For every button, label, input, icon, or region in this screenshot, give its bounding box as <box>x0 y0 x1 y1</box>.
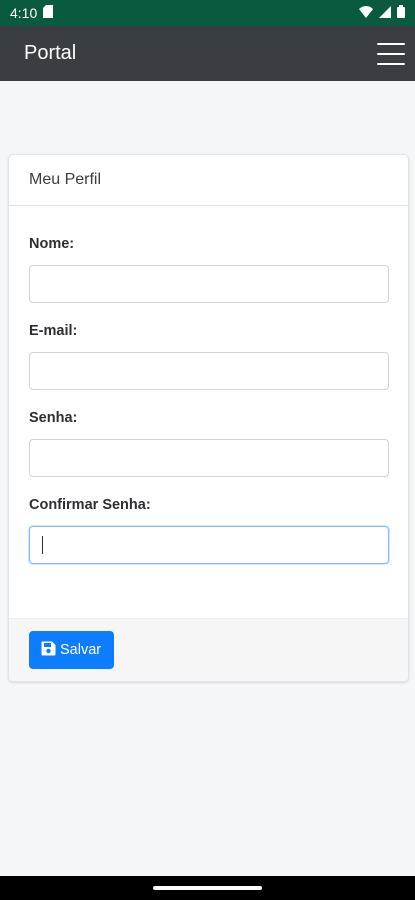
card-title: Meu Perfil <box>9 155 408 206</box>
password-field-group: Senha: <box>29 410 389 477</box>
floppy-disk-icon <box>41 641 56 660</box>
status-time: 4:10 <box>10 5 38 21</box>
email-label: E-mail: <box>29 323 78 339</box>
password-label: Senha: <box>29 410 78 426</box>
app-title: Portal <box>24 42 77 64</box>
status-left: 4:10 <box>10 5 54 21</box>
wifi-icon <box>359 5 373 21</box>
app-bar: Portal <box>0 26 415 81</box>
home-indicator[interactable] <box>153 886 262 890</box>
main-content: Meu Perfil Nome: E-mail: Senha: Confirma… <box>0 81 415 876</box>
menu-line <box>377 52 405 55</box>
name-input[interactable] <box>29 265 389 303</box>
save-button-label: Salvar <box>60 642 102 658</box>
save-button[interactable]: Salvar <box>29 631 115 669</box>
battery-icon <box>397 5 405 21</box>
menu-line <box>377 42 405 45</box>
profile-card: Meu Perfil Nome: E-mail: Senha: Confirma… <box>8 154 409 682</box>
text-cursor <box>42 536 43 554</box>
name-field-group: Nome: <box>29 236 389 303</box>
confirm-password-label: Confirmar Senha: <box>29 497 151 513</box>
name-label: Nome: <box>29 236 75 252</box>
confirm-password-input[interactable] <box>29 526 389 564</box>
status-right <box>359 5 405 21</box>
signal-icon <box>379 5 391 21</box>
profile-form: Nome: E-mail: Senha: Confirmar Senha: <box>9 206 408 564</box>
password-input[interactable] <box>29 439 389 477</box>
email-field-group: E-mail: <box>29 323 389 390</box>
hamburger-menu-icon[interactable] <box>377 42 405 65</box>
status-bar: 4:10 <box>0 0 415 26</box>
confirm-password-field-group: Confirmar Senha: <box>29 497 389 564</box>
sd-card-icon <box>43 5 54 21</box>
card-footer: Salvar <box>9 618 408 681</box>
email-input[interactable] <box>29 352 389 390</box>
system-navigation-bar <box>0 876 415 900</box>
menu-line <box>377 62 405 65</box>
